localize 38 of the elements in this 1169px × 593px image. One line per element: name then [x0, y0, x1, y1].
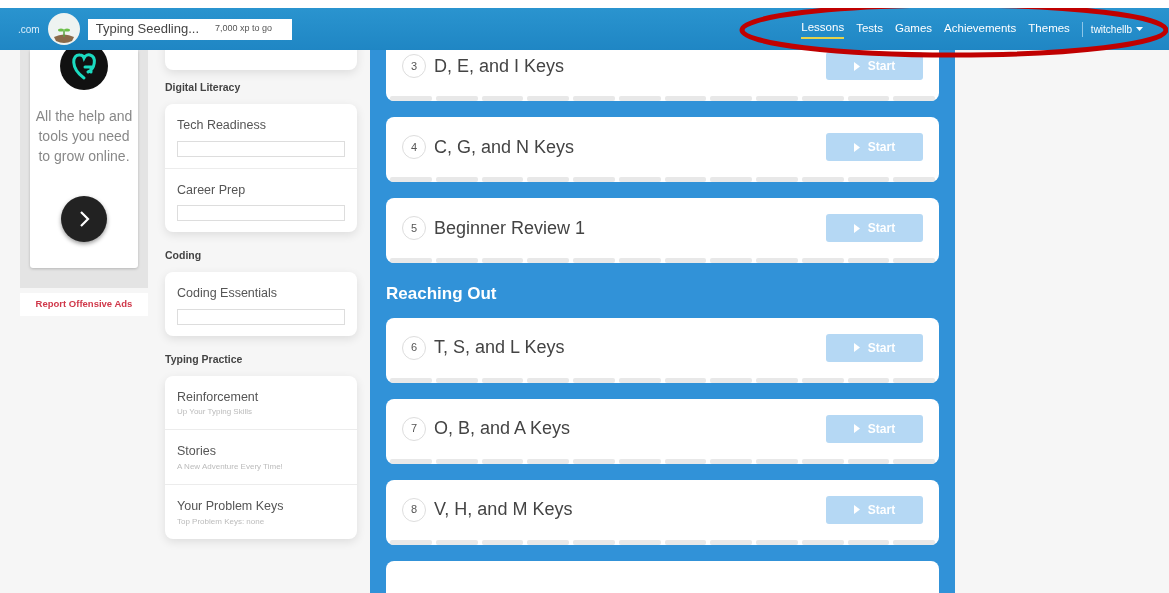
course-item[interactable]: Stories A New Adventure Every Time!	[165, 430, 357, 485]
course-title: Reinforcement	[177, 388, 260, 406]
nav-link[interactable]: Themes	[1028, 19, 1070, 39]
lesson-title: O, B, and A Keys	[434, 417, 571, 440]
nav-link[interactable]: Tests	[856, 19, 883, 39]
caret-icon	[1136, 27, 1143, 31]
chevron-right-icon	[78, 211, 90, 227]
section-heading: Coding	[165, 248, 203, 264]
next-button[interactable]	[61, 196, 107, 242]
logo-text[interactable]: .com	[18, 21, 40, 37]
course-title: Coding Essentials	[177, 285, 279, 302]
play-icon	[853, 223, 860, 233]
course-title: Your Problem Keys	[177, 498, 285, 515]
course-title: Tech Readiness	[177, 116, 267, 134]
lesson-title: D, E, and I Keys	[434, 54, 565, 78]
course-title: Career Prep	[177, 181, 247, 199]
lesson-title: C, G, and N Keys	[434, 135, 575, 159]
play-icon	[853, 61, 860, 71]
course-subtitle: A New Adventure Every Time!	[177, 461, 284, 473]
lesson-title: Beginner Review 1	[434, 216, 586, 240]
play-icon	[853, 424, 860, 433]
nav-link[interactable]: Achievements	[944, 19, 1017, 39]
play-icon	[853, 505, 860, 514]
ad-text: All the help and tools you need to grow online.	[34, 107, 134, 166]
logo-icon	[60, 50, 108, 90]
nav-link[interactable]: Lessons	[801, 18, 845, 40]
user-menu[interactable]: twitchellb	[1081, 21, 1143, 37]
report-ads-button[interactable]: Report Offensive Ads	[20, 293, 148, 316]
section-heading: Typing Practice	[165, 351, 244, 367]
lesson-title: T, S, and L Keys	[434, 336, 565, 359]
play-icon	[853, 142, 860, 152]
lesson-title: V, H, and M Keys	[434, 498, 573, 521]
section-heading: Reaching Out	[386, 283, 498, 305]
course-title: Stories	[177, 443, 217, 461]
section-heading: Digital Literacy	[165, 80, 242, 95]
nav-link[interactable]: Games	[895, 19, 933, 39]
avatar-icon	[47, 13, 80, 45]
play-icon	[853, 343, 860, 352]
